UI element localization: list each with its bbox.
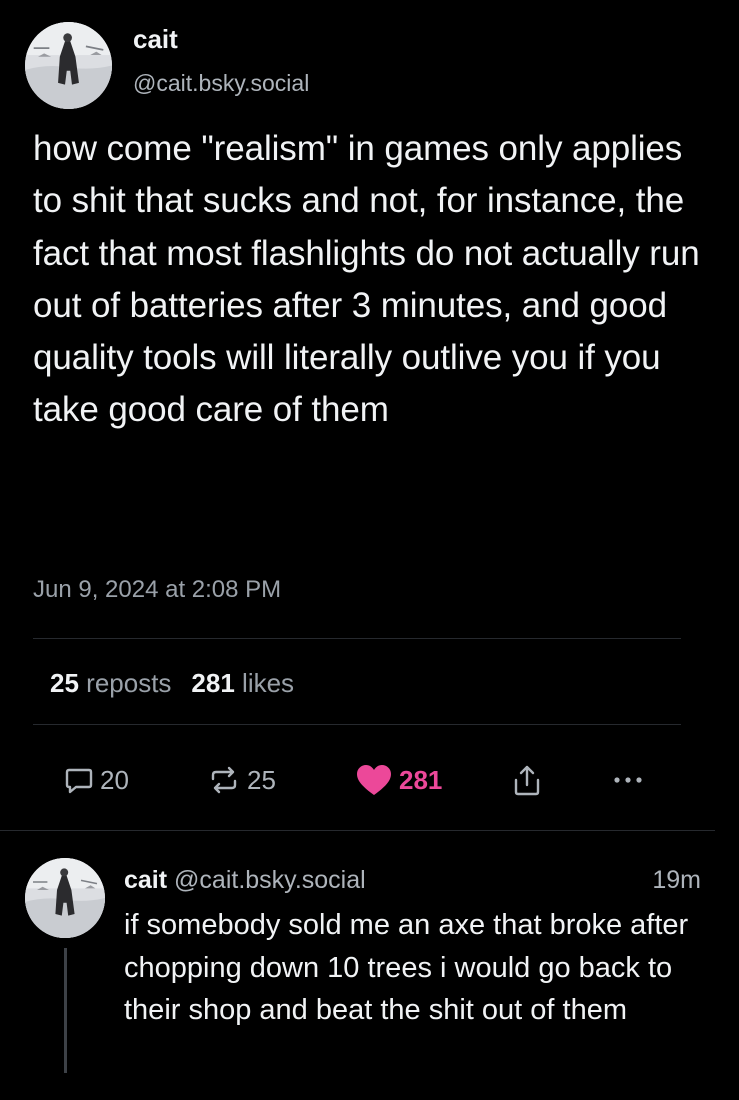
- likes-count: 281: [191, 668, 235, 698]
- repost-button[interactable]: 25: [207, 758, 276, 802]
- likes-label: likes: [242, 668, 295, 698]
- reply-text: if somebody sold me an axe that broke af…: [124, 909, 689, 1026]
- post-thread: cait @cait.bsky.social how come "realism…: [0, 0, 739, 1100]
- divider: [0, 830, 715, 831]
- heart-icon: [357, 765, 391, 795]
- author-avatar[interactable]: [25, 22, 112, 109]
- post-timestamp: Jun 9, 2024 at 2:08 PM: [33, 576, 282, 603]
- engagement-stats: 25 reposts 281 likes: [50, 668, 294, 699]
- reply-button[interactable]: 20: [64, 758, 129, 802]
- reply-author-avatar[interactable]: [25, 858, 105, 938]
- repost-arrows-icon: [211, 766, 237, 794]
- author-display-name[interactable]: cait: [133, 24, 178, 55]
- avatar-image: [25, 22, 112, 109]
- divider: [33, 638, 681, 639]
- reposts-label: reposts: [86, 668, 172, 698]
- like-count: 281: [399, 764, 443, 795]
- share-button[interactable]: [512, 758, 542, 802]
- reply-author-name[interactable]: cait: [124, 866, 167, 894]
- like-button[interactable]: 281: [355, 758, 442, 802]
- thread-connector-line: [64, 948, 67, 1073]
- reply-author-handle[interactable]: @cait.bsky.social: [174, 866, 366, 894]
- repost-count: 25: [247, 764, 276, 795]
- reposts-stat[interactable]: 25 reposts: [50, 668, 171, 698]
- likes-stat[interactable]: 281 likes: [191, 668, 294, 698]
- avatar-image: [25, 858, 105, 938]
- reply-bubble-icon: [65, 768, 93, 794]
- divider: [33, 724, 681, 725]
- share-upload-icon: [514, 765, 540, 796]
- reply-time-ago: 19m: [652, 866, 701, 894]
- action-bar: 20 25 281: [0, 758, 739, 802]
- reply-count: 20: [100, 764, 129, 795]
- more-options-button[interactable]: [612, 758, 644, 802]
- author-handle[interactable]: @cait.bsky.social: [133, 70, 309, 97]
- post-text: how come "realism" in games only applies…: [33, 129, 700, 430]
- reposts-count: 25: [50, 668, 79, 698]
- ellipsis-icon: [614, 777, 642, 783]
- reply-header: cait @cait.bsky.social: [124, 866, 366, 895]
